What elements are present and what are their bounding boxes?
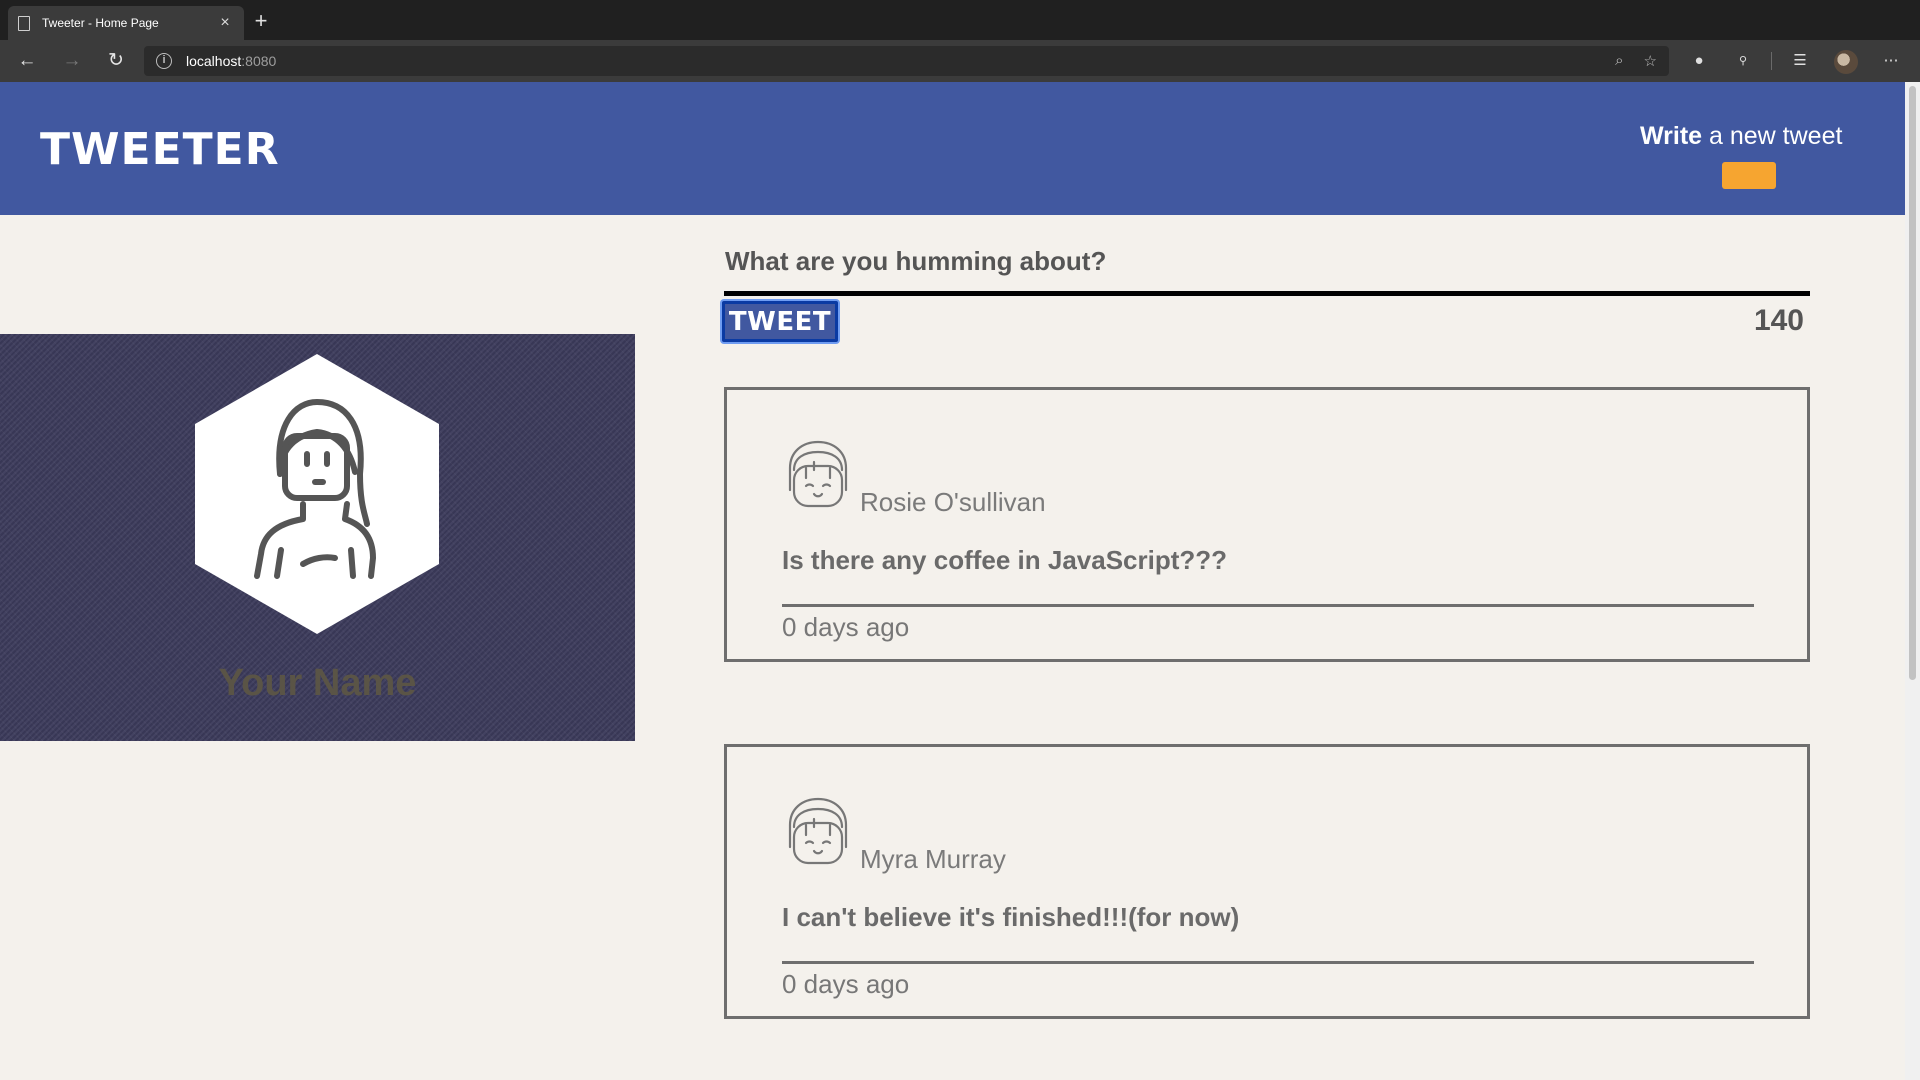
tweet-submit-button[interactable]: TWEET bbox=[722, 301, 838, 342]
tweet-timestamp: 0 days ago bbox=[782, 612, 910, 642]
brand-logo[interactable]: TWEETER bbox=[40, 124, 280, 175]
page-icon bbox=[18, 15, 30, 31]
page-viewport: TWEETER Write a new tweet Your Name What… bbox=[0, 82, 1905, 1080]
tweet-author: Rosie O'sullivan bbox=[860, 487, 1046, 517]
character-counter: 140 bbox=[1753, 304, 1804, 337]
favorites-list-icon[interactable]: ☰ bbox=[1790, 52, 1810, 70]
zoom-icon[interactable]: ⌕ bbox=[1615, 52, 1623, 70]
back-arrow-icon[interactable]: ← bbox=[16, 50, 38, 72]
site-nav: TWEETER Write a new tweet bbox=[0, 82, 1905, 215]
search-extension-icon[interactable]: ⚲ bbox=[1733, 52, 1753, 70]
refresh-icon[interactable]: ↻ bbox=[105, 50, 127, 72]
tweet-content: Is there any coffee in JavaScript??? bbox=[782, 545, 1228, 575]
url-host: localhost bbox=[186, 53, 242, 69]
site-info-icon[interactable]: i bbox=[156, 53, 172, 69]
compose-bold: Write bbox=[1640, 122, 1703, 150]
toolbar-separator bbox=[1771, 52, 1772, 70]
scrollbar-thumb[interactable] bbox=[1909, 86, 1916, 680]
address-bar[interactable]: i localhost:8080 ⌕ ☆ bbox=[144, 46, 1669, 76]
browser-tab-strip: Tweeter - Home Page × + bbox=[0, 0, 1920, 40]
profile-header: Your Name bbox=[0, 334, 635, 741]
tweet-textarea[interactable] bbox=[724, 288, 1810, 296]
extension-icon[interactable]: ● bbox=[1689, 52, 1709, 70]
compose-toggle-button[interactable] bbox=[1722, 162, 1776, 189]
profile-avatar bbox=[195, 354, 439, 634]
composer-prompt: What are you humming about? bbox=[725, 246, 1107, 276]
forward-arrow-icon[interactable]: → bbox=[61, 50, 83, 72]
tweet-content: I can't believe it's finished!!!(for now… bbox=[782, 902, 1240, 932]
tweet-card: Myra Murray I can't believe it's finishe… bbox=[724, 744, 1810, 1019]
tab-title: Tweeter - Home Page bbox=[42, 16, 159, 30]
browser-tab[interactable]: Tweeter - Home Page × bbox=[8, 6, 244, 40]
url-port: :8080 bbox=[241, 53, 277, 69]
new-tab-icon[interactable]: + bbox=[250, 10, 272, 32]
user-avatar-icon bbox=[788, 440, 848, 508]
more-menu-icon[interactable]: ⋯ bbox=[1881, 52, 1901, 70]
write-tweet-link[interactable]: Write a new tweet bbox=[1640, 122, 1842, 151]
tweet-author: Myra Murray bbox=[860, 844, 1006, 874]
tweet-timestamp: 0 days ago bbox=[782, 969, 910, 999]
compose-rest: a new tweet bbox=[1702, 122, 1843, 150]
browser-profile-avatar[interactable] bbox=[1834, 50, 1858, 74]
page-scrollbar[interactable] bbox=[1905, 82, 1920, 1080]
tweet-card: Rosie O'sullivan Is there any coffee in … bbox=[724, 387, 1810, 662]
browser-toolbar: ← → ↻ i localhost:8080 ⌕ ☆ ● ⚲ ☰ ⋯ bbox=[0, 40, 1920, 82]
tweet-divider bbox=[782, 961, 1754, 964]
tweet-divider bbox=[782, 604, 1754, 607]
favorite-star-icon[interactable]: ☆ bbox=[1644, 52, 1657, 70]
user-avatar-icon bbox=[788, 797, 848, 865]
profile-name: Your Name bbox=[218, 662, 417, 704]
close-tab-icon[interactable]: × bbox=[216, 14, 234, 32]
